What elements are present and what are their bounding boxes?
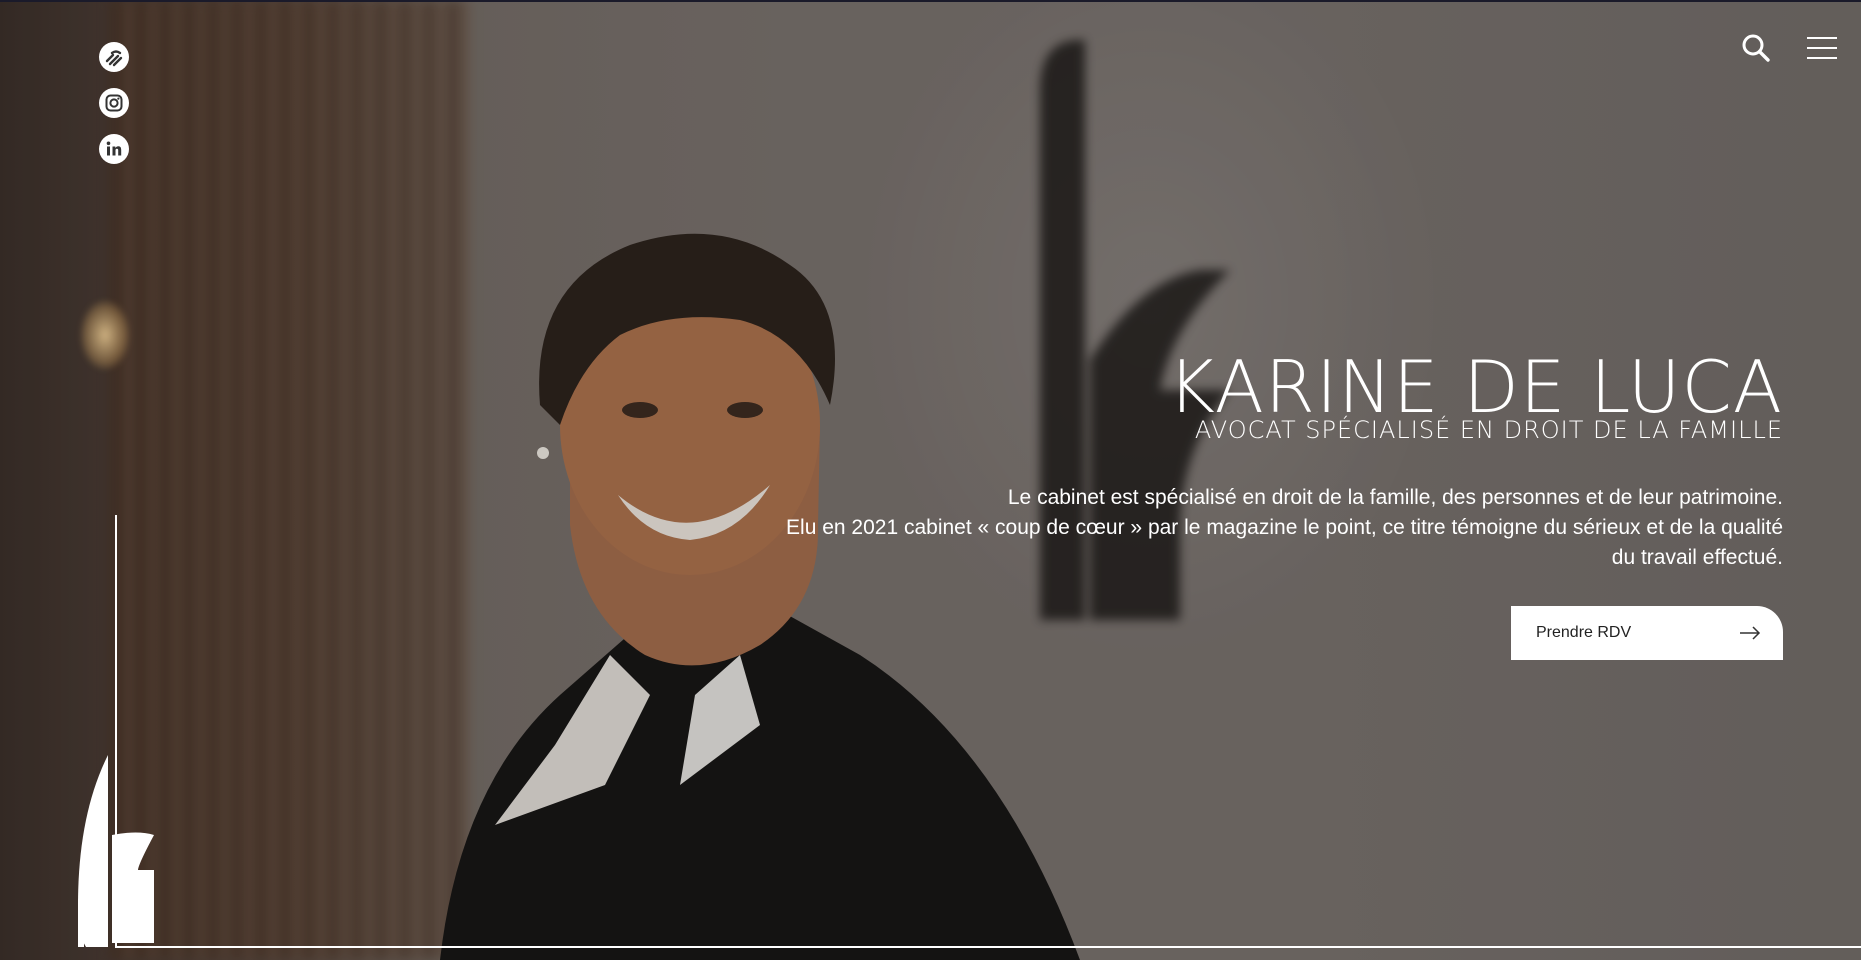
header-actions <box>1741 33 1837 63</box>
hero-title: KARINE DE LUCA <box>1167 345 1783 429</box>
linkedin-icon <box>106 141 122 156</box>
hero-section <box>0 0 1861 960</box>
linkedin-link[interactable] <box>99 134 129 164</box>
instagram-icon <box>105 94 123 112</box>
hero-description: Le cabinet est spécialisé en droit de la… <box>783 483 1783 573</box>
appointment-button-label: Prendre RDV <box>1536 624 1632 641</box>
top-border <box>0 0 1861 2</box>
site-logo[interactable] <box>78 755 156 947</box>
menu-button[interactable] <box>1807 36 1837 60</box>
arrow-right-icon <box>1740 626 1761 640</box>
doctolib-link[interactable] <box>99 42 129 72</box>
hero-subtitle: AVOCAT SPÉCIALISÉ EN DROIT DE LA FAMILLE <box>1194 416 1783 444</box>
doctolib-icon <box>105 50 123 67</box>
appointment-button[interactable]: Prendre RDV <box>1511 606 1783 660</box>
hamburger-menu-icon <box>1807 37 1837 59</box>
frame-horizontal-line <box>115 946 1861 948</box>
search-icon <box>1742 34 1770 62</box>
social-links <box>99 42 129 164</box>
hero-overlay <box>0 0 1861 960</box>
search-button[interactable] <box>1741 33 1771 63</box>
instagram-link[interactable] <box>99 88 129 118</box>
hero-description-line-1: Le cabinet est spécialisé en droit de la… <box>1007 486 1783 509</box>
hero-description-line-2: Elu en 2021 cabinet « coup de cœur » par… <box>786 516 1783 569</box>
